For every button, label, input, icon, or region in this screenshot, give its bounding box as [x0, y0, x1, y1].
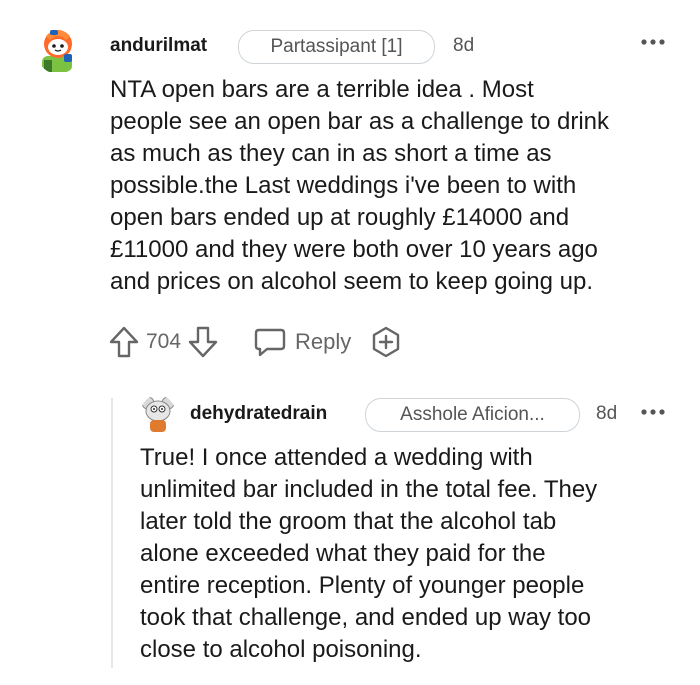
reply-label: Reply: [295, 329, 352, 354]
downvote-arrow-icon[interactable]: [187, 325, 219, 359]
reply-more-options-icon[interactable]: [640, 404, 666, 422]
reply-button[interactable]: Reply: [253, 327, 351, 357]
reply-body: True! I once attended a wedding with unl…: [140, 444, 598, 663]
comment-username[interactable]: andurilmat: [110, 35, 207, 57]
reply-username[interactable]: dehydratedrain: [190, 403, 327, 425]
snoo-avatar-icon: [141, 396, 175, 432]
user-flair: Partassipant [1]: [238, 30, 435, 64]
reply-user-avatar[interactable]: [140, 395, 176, 435]
user-avatar[interactable]: [36, 26, 80, 74]
snoo-avatar-icon: [42, 30, 72, 72]
thread-line[interactable]: [111, 398, 113, 668]
add-award-icon[interactable]: [369, 325, 403, 359]
comment-body: NTA open bars are a terrible idea . Most…: [110, 76, 610, 295]
vote-count: 704: [146, 330, 182, 353]
reply-age: 8d: [596, 403, 618, 424]
upvote-arrow-icon[interactable]: [108, 325, 140, 359]
speech-bubble-icon: [254, 328, 286, 357]
comment-actions: 704 Reply: [108, 324, 403, 360]
more-options-icon[interactable]: [640, 34, 666, 52]
reply-user-flair: Asshole Aficion...: [365, 398, 580, 432]
comment-age: 8d: [453, 35, 475, 56]
more-dots-icon: [641, 409, 665, 415]
more-dots-icon: [641, 39, 665, 45]
